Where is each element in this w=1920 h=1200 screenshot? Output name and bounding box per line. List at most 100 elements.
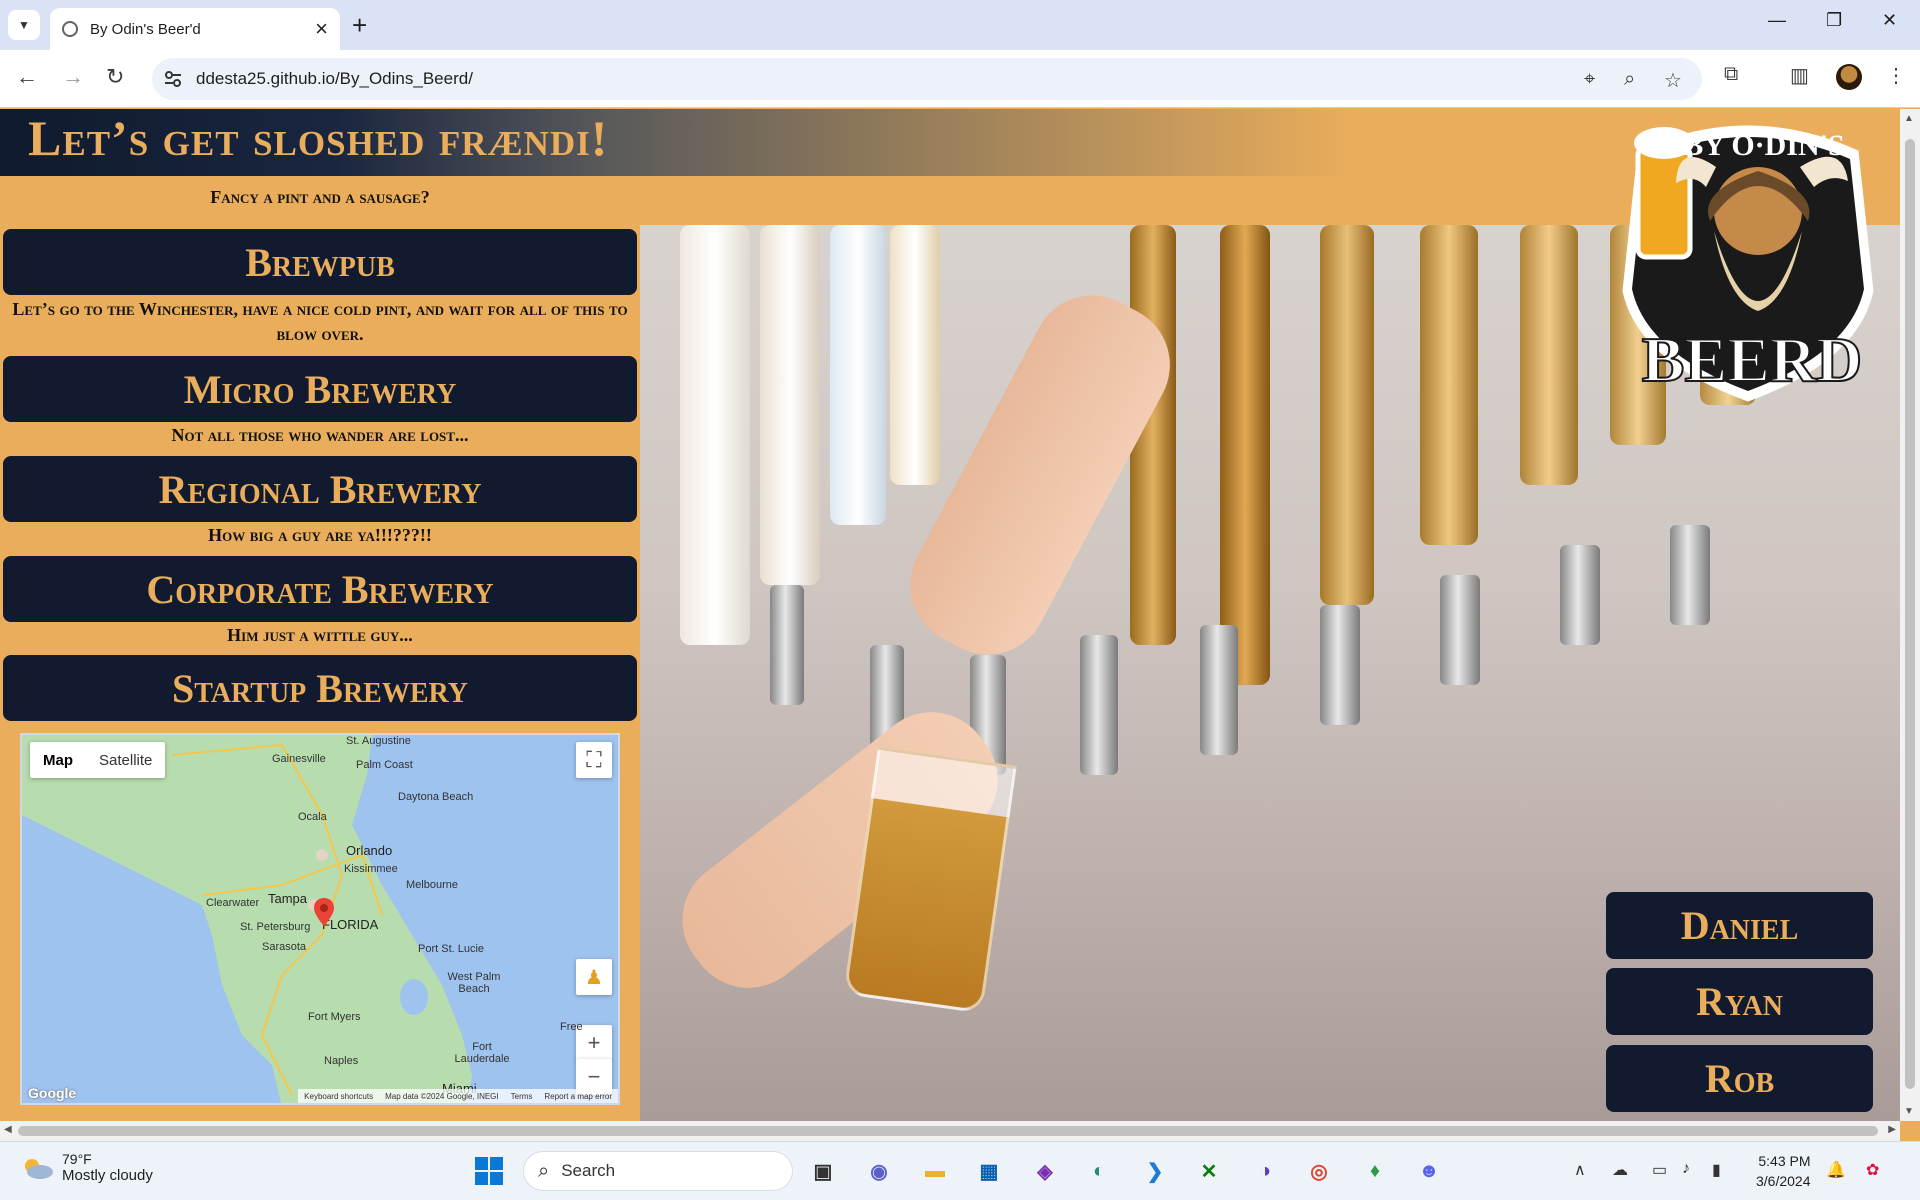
google-map[interactable]: Map Satellite ⛶ ♟ + − St. Augustine Gain… [20, 733, 620, 1105]
file-explorer-icon[interactable]: ▬ [918, 1154, 952, 1188]
map-type-satellite[interactable]: Satellite [86, 742, 165, 778]
scroll-down-icon[interactable]: ▼ [1904, 1106, 1914, 1117]
map-label: West Palm Beach [447, 971, 501, 995]
horizontal-scrollbar[interactable]: ◀ ▶ [0, 1121, 1900, 1141]
url-text: ddesta25.github.io/By_Odins_Beerd/ [196, 69, 473, 88]
logo-text-bottom: BEERD [1642, 324, 1863, 395]
start-icon[interactable] [472, 1154, 506, 1188]
taskbar-search[interactable]: ⌕ Search [523, 1151, 793, 1191]
keyboard-shortcuts-link[interactable]: Keyboard shortcuts [304, 1092, 373, 1101]
back-icon[interactable]: ← [16, 64, 38, 90]
task-view-icon[interactable]: ▣ [806, 1154, 840, 1188]
tap-handle [1320, 225, 1374, 605]
reload-icon[interactable]: ↻ [106, 64, 124, 90]
map-label: Daytona Beach [398, 791, 474, 803]
side-panel-icon[interactable]: ▥ [1790, 63, 1809, 88]
map-label: Kissimmee [344, 863, 398, 875]
location-pin-icon[interactable] [314, 898, 334, 926]
map-label: Sarasota [262, 941, 307, 953]
map-data-credit: Map data ©2024 Google, INEGI [385, 1091, 499, 1101]
tap-spout [1670, 525, 1710, 625]
vscode-icon[interactable]: ❯ [1138, 1154, 1172, 1188]
onedrive-icon[interactable]: ☁ [1612, 1160, 1628, 1180]
map-label: St. Petersburg [240, 921, 311, 933]
copilot-icon[interactable]: ✿ [1866, 1160, 1879, 1180]
edge-icon[interactable]: ◐ [1082, 1154, 1116, 1188]
corporate-brewery-description: Him just a wittle guy... [227, 625, 413, 645]
map-label: Tampa [268, 891, 308, 906]
weather-condition: Mostly cloudy [62, 1167, 153, 1184]
forward-icon[interactable]: → [62, 64, 84, 90]
search-icon: ⌕ [538, 1159, 550, 1182]
window-close-icon[interactable]: ✕ [1882, 10, 1897, 31]
page-viewport: Let’s get sloshed frændi! Fancy a pint a… [0, 109, 1900, 1121]
app-icon[interactable]: ◈ [1028, 1154, 1062, 1188]
pegman-icon[interactable]: ♟ [576, 959, 612, 995]
search-placeholder: Search [561, 1161, 616, 1180]
profile-avatar[interactable] [1836, 64, 1862, 90]
globe-icon [62, 21, 78, 37]
report-map-error-link[interactable]: Report a map error [544, 1092, 612, 1101]
tagline: Fancy a pint and a sausage? [210, 187, 430, 207]
notification-bell-icon[interactable]: 🔔 [1826, 1160, 1846, 1180]
chat-icon[interactable]: ◉ [862, 1154, 896, 1188]
network-icon[interactable]: ▭ [1652, 1160, 1667, 1180]
tap-handle [830, 225, 886, 525]
address-bar[interactable]: ddesta25.github.io/By_Odins_Beerd/ ⌖ ⌕ ☆ [152, 58, 1702, 100]
micro-brewery-button[interactable]: Micro Brewery [3, 356, 637, 422]
map-label: Fort Lauderdale [454, 1041, 510, 1065]
show-hidden-icons[interactable]: ∧ [1574, 1160, 1586, 1180]
restore-icon[interactable]: ❐ [1826, 10, 1842, 31]
mongodb-icon[interactable]: ♦ [1358, 1154, 1392, 1188]
tab-search-button[interactable]: ▼ [8, 10, 40, 40]
weather-temp: 79°F [62, 1151, 92, 1167]
chrome-icon[interactable]: ◎ [1302, 1154, 1336, 1188]
extensions-icon[interactable]: ⧉ [1724, 63, 1738, 86]
browser-toolbar: ← → ↻ ddesta25.github.io/By_Odins_Beerd/… [0, 50, 1920, 108]
tap-handle [680, 225, 750, 645]
scroll-left-icon[interactable]: ◀ [4, 1124, 12, 1135]
daniel-button[interactable]: Daniel [1606, 892, 1873, 959]
corporate-brewery-button[interactable]: Corporate Brewery [3, 556, 637, 622]
store-icon[interactable]: ▦ [972, 1154, 1006, 1188]
ryan-button[interactable]: Ryan [1606, 968, 1873, 1035]
xbox-icon[interactable]: ✕ [1192, 1154, 1226, 1188]
micro-brewery-description: Not all those who wander are lost... [171, 425, 469, 445]
map-type-map[interactable]: Map [30, 742, 86, 778]
site-settings-icon[interactable] [164, 70, 182, 88]
volume-icon[interactable]: ♪ [1682, 1160, 1690, 1178]
browser-tab[interactable]: By Odin's Beer'd × [50, 8, 340, 50]
terms-link[interactable]: Terms [511, 1092, 533, 1101]
map-type-control: Map Satellite [30, 742, 166, 778]
location-icon[interactable]: ⌖ [1584, 68, 1595, 91]
weather-widget[interactable]: 79°F Mostly cloudy [20, 1151, 153, 1184]
map-label: Fort Myers [308, 1011, 361, 1023]
brewpub-button[interactable]: Brewpub [3, 229, 637, 295]
startup-brewery-button[interactable]: Startup Brewery [3, 655, 637, 721]
clock-date: 3/6/2024 [1756, 1173, 1811, 1189]
scrollbar-thumb[interactable] [18, 1126, 1878, 1136]
bookmark-star-icon[interactable]: ☆ [1664, 68, 1682, 93]
tap-handle [760, 225, 820, 585]
map-label: Ocala [298, 811, 327, 823]
regional-brewery-button[interactable]: Regional Brewery [3, 456, 637, 522]
battery-icon[interactable]: ▮ [1712, 1160, 1721, 1180]
minimize-icon[interactable]: — [1768, 10, 1786, 31]
map-label: St. Augustine [346, 735, 411, 747]
app-icon[interactable]: ◑ [1248, 1154, 1282, 1188]
tab-title: By Odin's Beer'd [90, 20, 201, 38]
scrollbar-thumb[interactable] [1905, 139, 1915, 1089]
menu-icon[interactable]: ⋮ [1886, 63, 1906, 88]
close-tab-icon[interactable]: × [315, 18, 328, 40]
regional-brewery-description: How big a guy are ya!!!???!! [208, 525, 432, 545]
scroll-up-icon[interactable]: ▲ [1904, 113, 1914, 124]
vertical-scrollbar[interactable]: ▲ ▼ [1900, 109, 1920, 1121]
system-clock[interactable]: 5:43 PM 3/6/2024 [1756, 1151, 1811, 1191]
tap-handle [1520, 225, 1578, 485]
fullscreen-icon[interactable]: ⛶ [576, 742, 612, 778]
zoom-icon[interactable]: ⌕ [1624, 68, 1635, 91]
discord-icon[interactable]: ☻ [1412, 1154, 1446, 1188]
scroll-right-icon[interactable]: ▶ [1888, 1124, 1896, 1135]
rob-button[interactable]: Rob [1606, 1045, 1873, 1112]
new-tab-button[interactable]: + [352, 10, 367, 40]
